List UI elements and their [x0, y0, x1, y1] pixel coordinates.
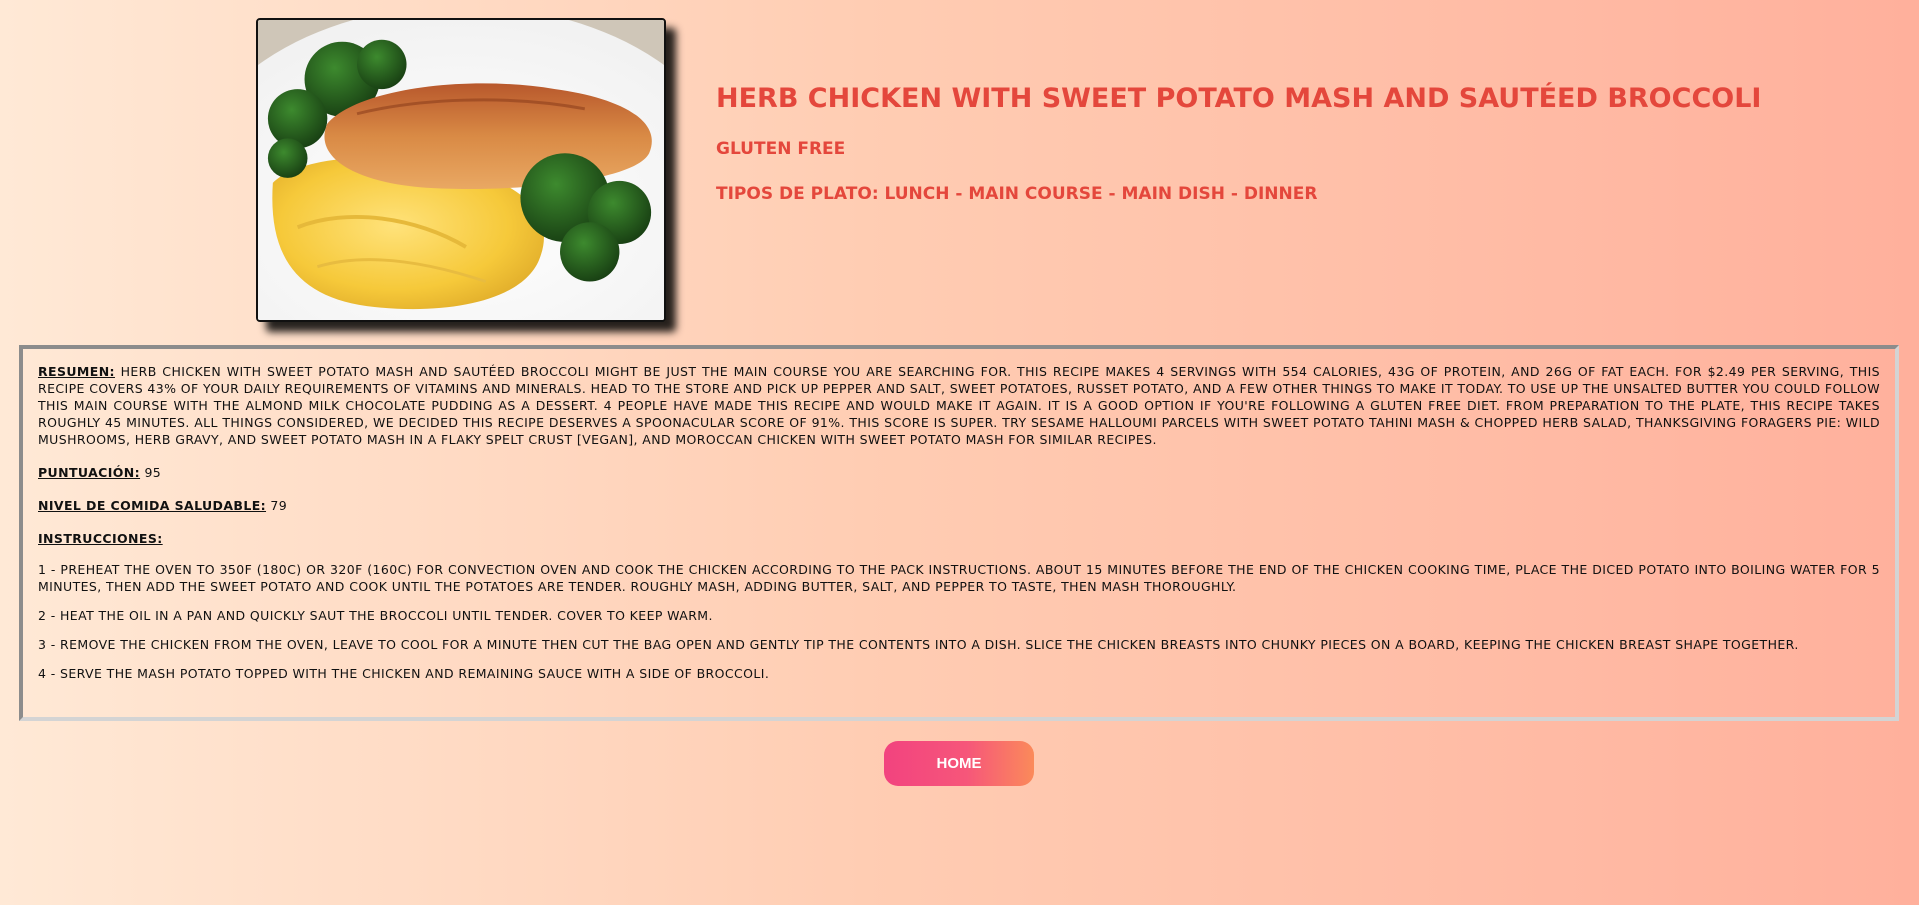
score-row: PUNTUACIÓN: 95: [38, 464, 1880, 481]
summary-label: RESUMEN:: [38, 364, 115, 379]
recipe-header: HERB CHICKEN WITH SWEET POTATO MASH AND …: [0, 0, 1919, 330]
health-value: 79: [270, 498, 288, 513]
instruction-step: 1 - PREHEAT THE OVEN TO 350F (180C) OR 3…: [38, 562, 1880, 594]
instructions-heading: INSTRUCCIONES:: [38, 530, 1880, 547]
instruction-step: 4 - SERVE THE MASH POTATO TOPPED WITH TH…: [38, 666, 770, 681]
summary-paragraph: RESUMEN: HERB CHICKEN WITH SWEET POTATO …: [38, 363, 1880, 448]
health-row: NIVEL DE COMIDA SALUDABLE: 79: [38, 497, 1880, 514]
instruction-step: 2 - HEAT THE OIL IN A PAN AND QUICKLY SA…: [38, 608, 713, 623]
recipe-details-box: RESUMEN: HERB CHICKEN WITH SWEET POTATO …: [19, 345, 1899, 721]
dish-types: TIPOS DE PLATO: LUNCH - MAIN COURSE - MA…: [716, 184, 1318, 204]
summary-text: HERB CHICKEN WITH SWEET POTATO MASH AND …: [38, 364, 1880, 447]
score-value: 95: [144, 465, 162, 480]
recipe-photo: [256, 18, 666, 322]
home-button[interactable]: HOME: [884, 741, 1034, 786]
score-label: PUNTUACIÓN:: [38, 465, 141, 480]
instructions-label: INSTRUCCIONES:: [38, 531, 163, 546]
recipe-photo-image: [258, 20, 664, 320]
instruction-step: 3 - REMOVE THE CHICKEN FROM THE OVEN, LE…: [38, 637, 1799, 652]
health-label: NIVEL DE COMIDA SALUDABLE:: [38, 498, 267, 513]
recipe-title: HERB CHICKEN WITH SWEET POTATO MASH AND …: [716, 83, 1762, 114]
diet-label: GLUTEN FREE: [716, 139, 846, 159]
title-block: HERB CHICKEN WITH SWEET POTATO MASH AND …: [716, 78, 1879, 204]
